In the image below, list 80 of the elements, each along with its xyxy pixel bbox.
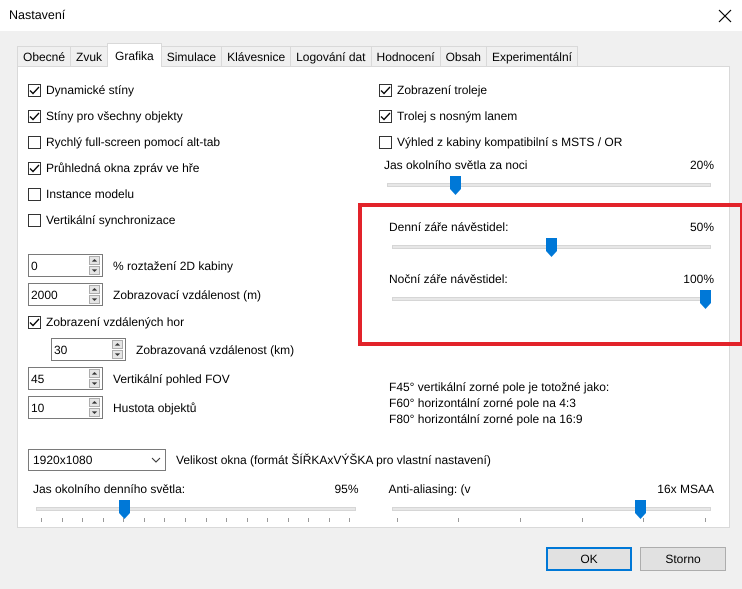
tick-mark (267, 518, 268, 522)
note-text: F45° vertikální zorné pole je totožné jako: (389, 379, 610, 395)
ok-button[interactable]: OK (546, 547, 632, 571)
tick-mark (246, 518, 248, 522)
slider-track[interactable] (392, 500, 711, 519)
slider-thumb[interactable] (546, 238, 557, 257)
checkbox[interactable] (28, 316, 41, 328)
note-text: F80° horizontální zorné pole na 16:9 (389, 411, 584, 427)
tick-mark (582, 518, 583, 522)
slider-label: Jas okolního denního světla: (33, 481, 186, 498)
checkbox-label: Výhled z kabiny kompatibilní s MSTS / OR (397, 134, 622, 151)
checkbox-label: Dynamické stíny (46, 82, 134, 99)
dropdown[interactable]: 1920x1080 (28, 449, 166, 471)
tick-mark (164, 518, 166, 522)
tick-mark (102, 518, 104, 522)
checkbox[interactable] (379, 84, 392, 96)
tick-mark (82, 518, 84, 522)
note-text: F60° horizontální zorné pole na 4:3 (389, 395, 577, 411)
checkbox-label: Instance modelu (46, 186, 134, 203)
tick-mark (704, 518, 706, 522)
spinner-label: Zobrazovací vzdálenost (m) (113, 286, 262, 304)
slider-label: Anti-aliasing: (v (388, 481, 471, 498)
tab[interactable]: Obecné (17, 46, 72, 66)
slider-label: Denní záře návěstidel: (389, 219, 508, 236)
checkbox[interactable] (379, 136, 392, 148)
slider-value: 16x MSAA (657, 481, 714, 498)
tick-mark (328, 518, 330, 522)
chevron-down-icon (151, 457, 161, 463)
slider-track[interactable] (392, 290, 711, 309)
slider-label: Jas okolního světla za noci (384, 157, 528, 174)
checkbox[interactable] (379, 110, 392, 122)
dropdown-label: Velikost okna (formát ŠÍŘKAxVÝŠKA pro vlastní nastavení) (176, 452, 491, 469)
checkbox[interactable] (28, 162, 41, 174)
checkbox-label: Průhledná okna zpráv ve hře (46, 160, 200, 177)
checkbox[interactable] (28, 188, 41, 200)
spinner-label: % roztažení 2D kabiny (113, 258, 234, 274)
slider-value: 20% (690, 157, 714, 174)
tab[interactable]: Experimentální (486, 46, 578, 66)
slider-value: 95% (334, 481, 358, 498)
tick-mark (308, 518, 310, 522)
slider-thumb[interactable] (700, 290, 711, 309)
checkbox-label: Trolej s nosným lanem (397, 108, 518, 125)
tick-mark (123, 518, 124, 522)
slider-track[interactable] (36, 500, 356, 519)
checkbox[interactable] (28, 84, 41, 96)
tick-mark (349, 518, 350, 522)
tick-mark (226, 518, 228, 522)
checkbox[interactable] (28, 214, 41, 226)
slider-value: 50% (690, 219, 714, 236)
checkbox-label: Rychlý full-screen pomocí alt-tab (46, 134, 220, 151)
slider-thumb[interactable] (450, 176, 461, 195)
tick-mark (520, 518, 521, 522)
tick-mark (396, 518, 398, 522)
checkbox-label: Stíny pro všechny objekty (46, 108, 183, 125)
tick-mark (62, 518, 63, 522)
tab[interactable]: Grafika (107, 43, 162, 67)
spinner-label: Zobrazovaná vzdálenost (km) (136, 342, 294, 358)
window-title: Nastavení (9, 7, 66, 24)
slider-value: 100% (683, 271, 714, 288)
spinner-label: Hustota objektů (113, 400, 196, 416)
close-icon[interactable] (718, 8, 732, 22)
slider-label: Noční záře návěstidel: (389, 271, 508, 288)
slider-thumb[interactable] (119, 500, 130, 519)
tick-mark (288, 518, 289, 522)
tick-mark (41, 518, 42, 522)
checkbox[interactable] (28, 136, 41, 148)
checkbox-label: Zobrazení troleje (397, 82, 488, 99)
checkbox[interactable] (28, 110, 41, 122)
tab[interactable]: Logování dat (290, 46, 372, 66)
slider-track[interactable] (387, 176, 711, 195)
checkbox-label: Vertikální synchronizace (46, 212, 176, 229)
tick-mark (458, 518, 460, 522)
slider-track[interactable] (392, 238, 711, 257)
tick-mark (144, 518, 145, 522)
checkbox-label: Zobrazení vzdálených hor (46, 314, 184, 331)
cancel-button[interactable]: Storno (640, 547, 726, 571)
tick-mark (643, 518, 644, 522)
tick-mark (184, 518, 186, 522)
slider-thumb[interactable] (635, 500, 646, 519)
spinner-label: Vertikální pohled FOV (113, 370, 230, 388)
